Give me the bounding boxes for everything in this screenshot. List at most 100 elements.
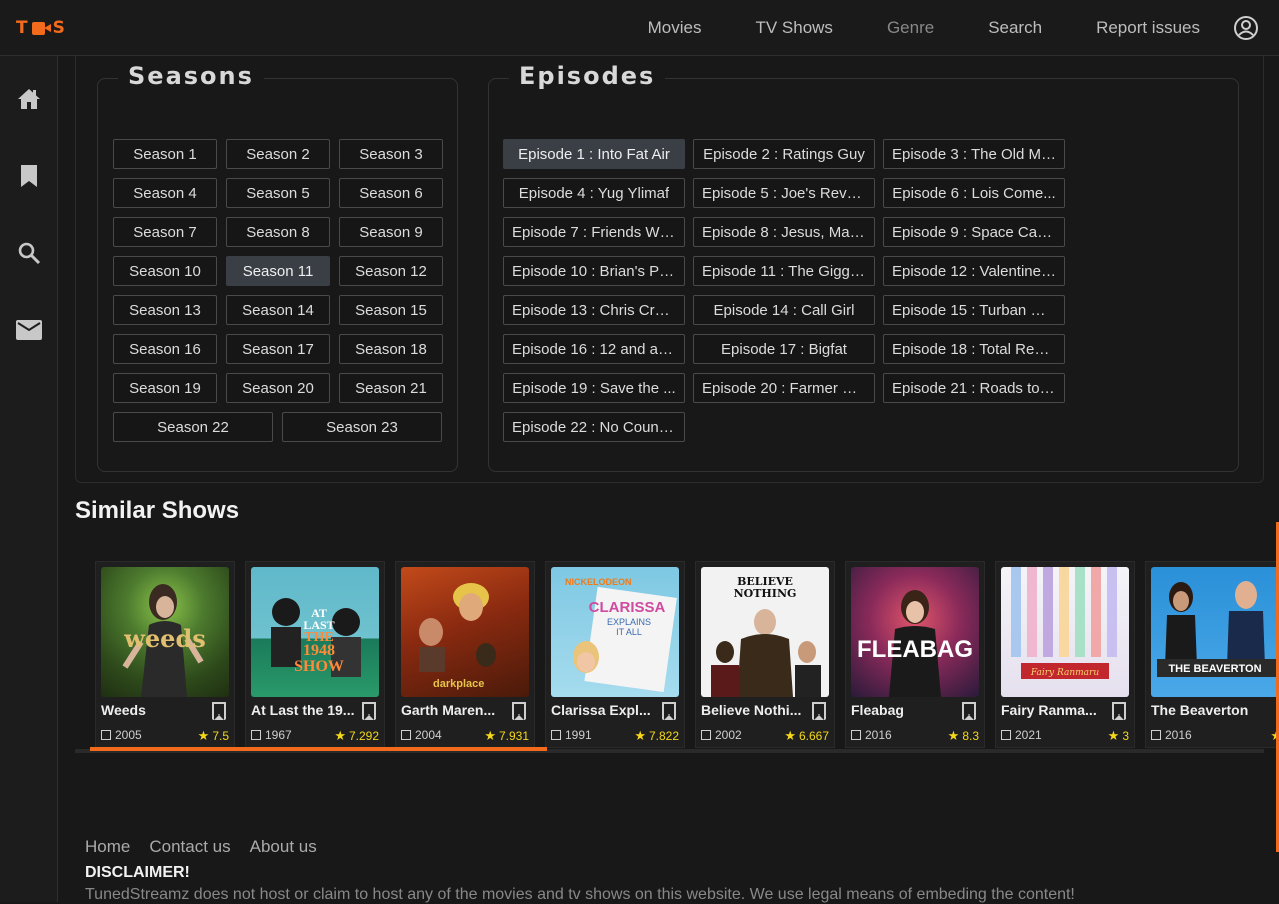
year-text: 2016 xyxy=(865,728,892,742)
episode-button[interactable]: Episode 5 : Joe's Reve... xyxy=(693,178,875,208)
season-button[interactable]: Season 23 xyxy=(282,412,442,442)
season-button[interactable]: Season 6 xyxy=(339,178,443,208)
show-poster[interactable]: THE BEAVERTON xyxy=(1151,567,1279,697)
show-card[interactable]: weeds Weeds 2005 ★ 7.5 xyxy=(95,561,235,748)
season-button[interactable]: Season 5 xyxy=(226,178,330,208)
episode-button[interactable]: Episode 4 : Yug Ylimaf xyxy=(503,178,685,208)
show-title[interactable]: The Beaverton xyxy=(1151,702,1271,718)
episode-button[interactable]: Episode 3 : The Old Ma... xyxy=(883,139,1065,169)
season-button[interactable]: Season 7 xyxy=(113,217,217,247)
show-poster[interactable]: NICKELODEON CLARISSA EXPLAINS IT ALL xyxy=(551,567,679,697)
show-card[interactable]: FLEABAG Fleabag 2016 ★ 8.3 xyxy=(845,561,985,748)
calendar-icon xyxy=(401,730,411,740)
season-button[interactable]: Season 12 xyxy=(339,256,443,286)
show-card[interactable]: darkplace Garth Maren... 2004 ★ 7.931 xyxy=(395,561,535,748)
user-account-icon[interactable] xyxy=(1233,15,1259,41)
mail-icon[interactable] xyxy=(16,317,42,343)
episode-button[interactable]: Episode 12 : Valentine'... xyxy=(883,256,1065,286)
show-title[interactable]: Fairy Ranma... xyxy=(1001,702,1105,718)
bookmark-outline-icon[interactable] xyxy=(962,702,976,720)
season-button[interactable]: Season 19 xyxy=(113,373,217,403)
footer-link-about[interactable]: About us xyxy=(250,837,317,857)
season-button[interactable]: Season 11 xyxy=(226,256,330,286)
show-card[interactable]: AT LAST THE 1948 SHOW At Last the 19... 1967… xyxy=(245,561,385,748)
season-button[interactable]: Season 21 xyxy=(339,373,443,403)
season-button[interactable]: Season 4 xyxy=(113,178,217,208)
nav-movies[interactable]: Movies xyxy=(648,18,702,38)
season-button[interactable]: Season 18 xyxy=(339,334,443,364)
episode-button[interactable]: Episode 9 : Space Cad... xyxy=(883,217,1065,247)
episode-button[interactable]: Episode 10 : Brian's Play xyxy=(503,256,685,286)
season-button[interactable]: Season 10 xyxy=(113,256,217,286)
star-icon: ★ xyxy=(197,728,210,743)
show-title[interactable]: Garth Maren... xyxy=(401,702,505,718)
show-poster[interactable]: BELIEVE NOTHING xyxy=(701,567,829,697)
season-label: Season 1 xyxy=(133,145,197,163)
episode-button[interactable]: Episode 19 : Save the ... xyxy=(503,373,685,403)
show-title[interactable]: Clarissa Expl... xyxy=(551,702,655,718)
season-button[interactable]: Season 2 xyxy=(226,139,330,169)
show-poster[interactable]: Fairy Ranmaru xyxy=(1001,567,1129,697)
show-poster[interactable]: FLEABAG xyxy=(851,567,979,697)
season-button[interactable]: Season 13 xyxy=(113,295,217,325)
season-label: Season 19 xyxy=(129,379,201,397)
home-icon[interactable] xyxy=(16,86,42,112)
show-card[interactable]: BELIEVE NOTHING Believe Nothi... 2002 ★ 6.… xyxy=(695,561,835,748)
show-title[interactable]: Weeds xyxy=(101,702,205,718)
bookmark-outline-icon[interactable] xyxy=(812,702,826,720)
episode-button[interactable]: Episode 8 : Jesus, Mar... xyxy=(693,217,875,247)
episode-button[interactable]: Episode 18 : Total Recall xyxy=(883,334,1065,364)
bookmark-outline-icon[interactable] xyxy=(212,702,226,720)
show-title[interactable]: Believe Nothi... xyxy=(701,702,805,718)
episode-button[interactable]: Episode 11 : The Giggit... xyxy=(693,256,875,286)
logo-letter-left: T xyxy=(16,18,29,38)
bookmark-outline-icon[interactable] xyxy=(512,702,526,720)
season-button[interactable]: Season 9 xyxy=(339,217,443,247)
show-poster[interactable]: AT LAST THE 1948 SHOW xyxy=(251,567,379,697)
episode-button[interactable]: Episode 20 : Farmer G... xyxy=(693,373,875,403)
episode-button[interactable]: Episode 13 : Chris Cross xyxy=(503,295,685,325)
episode-button[interactable]: Episode 16 : 12 and a H... xyxy=(503,334,685,364)
show-card[interactable]: Fairy Ranmaru Fairy Ranma... 2021 ★ 3 xyxy=(995,561,1135,748)
bookmark-icon[interactable] xyxy=(16,163,42,189)
footer-link-home[interactable]: Home xyxy=(85,837,130,857)
rating-text: 7.5 xyxy=(212,729,229,743)
search-icon[interactable] xyxy=(16,240,42,266)
episode-button[interactable]: Episode 1 : Into Fat Air xyxy=(503,139,685,169)
bookmark-outline-icon[interactable] xyxy=(362,702,376,720)
show-card[interactable]: THE BEAVERTON The Beaverton 2016 ★ xyxy=(1145,561,1279,748)
footer-link-contact[interactable]: Contact us xyxy=(149,837,230,857)
show-poster[interactable]: darkplace xyxy=(401,567,529,697)
episode-button[interactable]: Episode 6 : Lois Come... xyxy=(883,178,1065,208)
carousel-scroll-thumb[interactable] xyxy=(90,747,547,751)
season-button[interactable]: Season 17 xyxy=(226,334,330,364)
episode-button[interactable]: Episode 2 : Ratings Guy xyxy=(693,139,875,169)
nav-report-issues[interactable]: Report issues xyxy=(1096,18,1200,38)
show-poster[interactable]: weeds xyxy=(101,567,229,697)
episode-button[interactable]: Episode 17 : Bigfat xyxy=(693,334,875,364)
season-button[interactable]: Season 1 xyxy=(113,139,217,169)
show-rating: ★ 8.3 xyxy=(948,728,979,744)
season-button[interactable]: Season 16 xyxy=(113,334,217,364)
site-logo[interactable]: T S xyxy=(16,17,66,39)
nav-search[interactable]: Search xyxy=(988,18,1042,38)
show-rating: ★ 7.931 xyxy=(484,728,529,744)
episode-button[interactable]: Episode 7 : Friends Wit... xyxy=(503,217,685,247)
nav-tv-shows[interactable]: TV Shows xyxy=(755,18,832,38)
episode-button[interactable]: Episode 15 : Turban Co... xyxy=(883,295,1065,325)
show-title[interactable]: Fleabag xyxy=(851,702,955,718)
season-button[interactable]: Season 20 xyxy=(226,373,330,403)
season-button[interactable]: Season 15 xyxy=(339,295,443,325)
episode-button[interactable]: Episode 22 : No Countr... xyxy=(503,412,685,442)
nav-genre[interactable]: Genre xyxy=(887,18,934,38)
season-button[interactable]: Season 22 xyxy=(113,412,273,442)
episode-button[interactable]: Episode 14 : Call Girl xyxy=(693,295,875,325)
season-button[interactable]: Season 8 xyxy=(226,217,330,247)
bookmark-outline-icon[interactable] xyxy=(1112,702,1126,720)
season-button[interactable]: Season 14 xyxy=(226,295,330,325)
season-button[interactable]: Season 3 xyxy=(339,139,443,169)
show-card[interactable]: NICKELODEON CLARISSA EXPLAINS IT ALL Claris… xyxy=(545,561,685,748)
show-title[interactable]: At Last the 19... xyxy=(251,702,355,718)
episode-button[interactable]: Episode 21 : Roads to V... xyxy=(883,373,1065,403)
bookmark-outline-icon[interactable] xyxy=(662,702,676,720)
